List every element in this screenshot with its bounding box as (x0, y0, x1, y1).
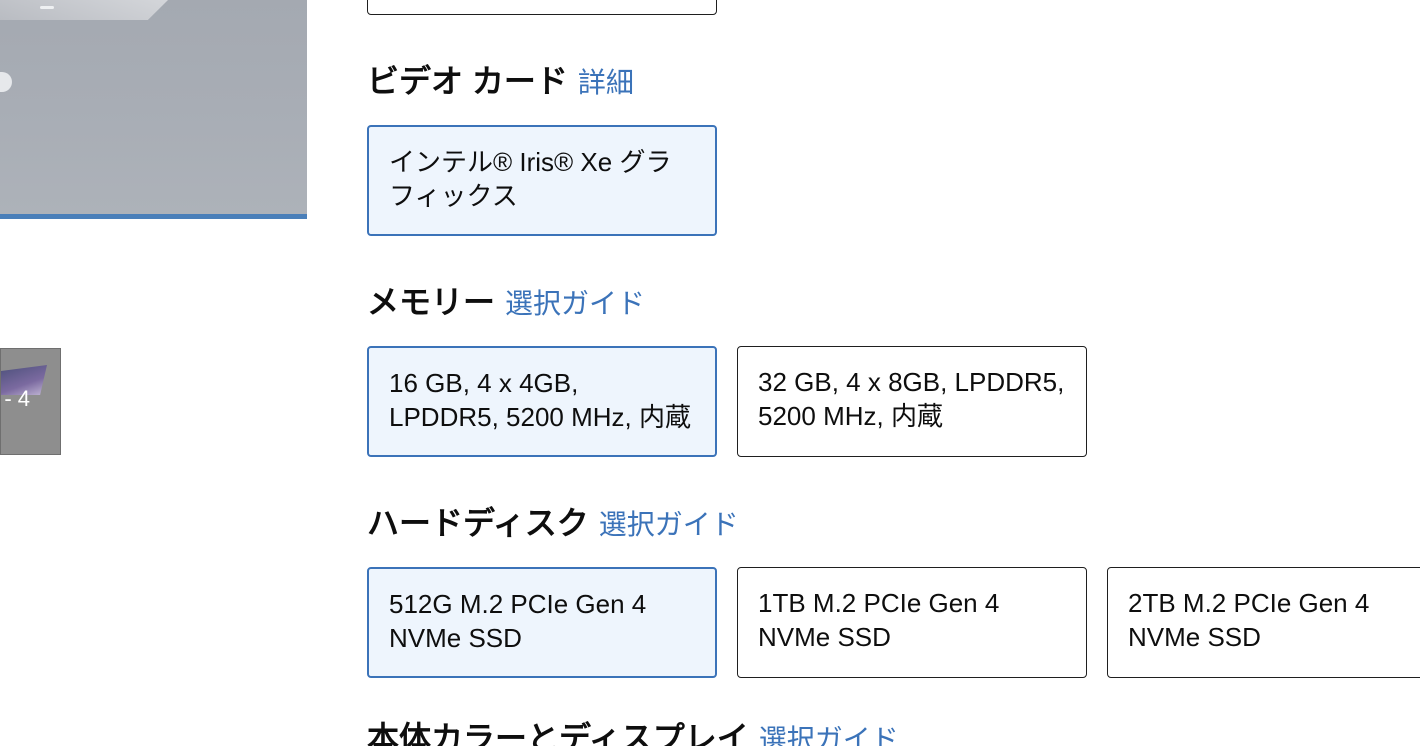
main-image-active-indicator (0, 214, 307, 219)
video-card-details-link[interactable]: 詳細 (578, 67, 634, 98)
video-card-option-iris-xe[interactable]: インテル® Iris® Xe グラフィックス (367, 125, 717, 236)
product-config-page: - 4 ビデオ カード 詳細 インテル® Iris® Xe グラフィックス メモリ… (0, 0, 1420, 746)
hard-disk-title: ハードディスク (367, 505, 589, 541)
color-display-guide-link[interactable]: 選択ガイド (759, 724, 899, 746)
laptop-image-part (0, 0, 168, 20)
hard-disk-section-title: ハードディスク 選択ガイド (367, 503, 739, 545)
memory-option-32gb[interactable]: 32 GB, 4 x 8GB, LPDDR5, 5200 MHz, 内蔵 (737, 346, 1087, 457)
thumbnail-label: - 4 (4, 386, 30, 411)
memory-section-title: メモリー 選択ガイド (367, 282, 645, 324)
video-card-title: ビデオ カード (367, 63, 568, 99)
color-display-title: 本体カラーとディスプレイ (367, 720, 749, 746)
product-main-image (0, 0, 307, 214)
previous-option-box[interactable] (367, 0, 717, 15)
memory-guide-link[interactable]: 選択ガイド (505, 288, 645, 319)
hard-disk-option-2tb[interactable]: 2TB M.2 PCIe Gen 4 NVMe SSD (1107, 567, 1420, 678)
memory-title: メモリー (367, 284, 496, 320)
hard-disk-guide-link[interactable]: 選択ガイド (599, 509, 739, 540)
hard-disk-option-1tb[interactable]: 1TB M.2 PCIe Gen 4 NVMe SSD (737, 567, 1087, 678)
color-display-section-title: 本体カラーとディスプレイ 選択ガイド (367, 718, 899, 746)
video-card-section-title: ビデオ カード 詳細 (367, 61, 634, 103)
laptop-image-edge (0, 72, 12, 92)
hard-disk-option-512g[interactable]: 512G M.2 PCIe Gen 4 NVMe SSD (367, 567, 717, 678)
memory-option-16gb[interactable]: 16 GB, 4 x 4GB, LPDDR5, 5200 MHz, 内蔵 (367, 346, 717, 457)
